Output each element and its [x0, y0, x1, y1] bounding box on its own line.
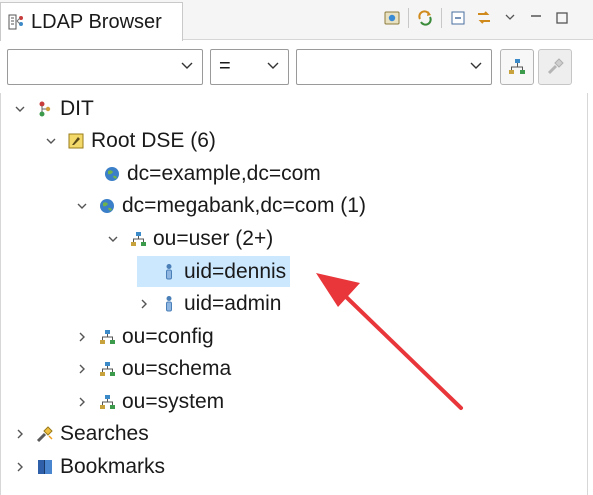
value-combo[interactable]: [296, 49, 492, 85]
view-tab-bar: LDAP Browser: [0, 0, 593, 41]
tree-node-bookmarks[interactable]: Bookmarks: [13, 451, 165, 483]
tree-node-label: dc=example,dc=com: [127, 162, 321, 185]
tree-node-ou-user[interactable]: ou=user (2+): [106, 223, 273, 255]
filter-children-button[interactable]: [471, 6, 497, 30]
tree-node-label: uid=admin: [184, 292, 282, 315]
org-unit-icon: [100, 330, 115, 344]
chevron-right-icon[interactable]: [75, 330, 89, 344]
tree-node-dc-megabank[interactable]: dc=megabank,dc=com (1): [75, 190, 366, 222]
refresh-button[interactable]: [412, 6, 438, 30]
org-unit-icon: [131, 232, 146, 246]
tab-title: LDAP Browser: [31, 10, 162, 33]
globe-icon: [100, 199, 114, 213]
person-icon: [166, 296, 172, 312]
tree-node-label: dc=megabank,dc=com (1): [122, 194, 366, 217]
org-unit-icon: [100, 362, 115, 376]
collapse-all-button[interactable]: [445, 6, 471, 30]
org-unit-icon: [100, 395, 115, 409]
ldap-browser-tab[interactable]: LDAP Browser: [0, 2, 183, 41]
quick-search-bar: =: [0, 41, 593, 93]
globe-icon: [105, 167, 119, 181]
attribute-combo[interactable]: [7, 49, 203, 85]
root-dse-icon: [68, 133, 84, 149]
filter-icon: [478, 11, 490, 24]
ldap-browser-icon: [8, 14, 23, 30]
link-with-editor-button[interactable]: [379, 6, 405, 30]
dit-icon: [39, 101, 51, 117]
tree-node-uid-admin[interactable]: uid=admin: [137, 288, 281, 320]
chevron-down-icon[interactable]: [106, 232, 120, 246]
person-icon: [166, 263, 172, 279]
chevron-right-icon[interactable]: [137, 297, 151, 311]
chevron-down-icon[interactable]: [75, 199, 89, 213]
chevron-right-icon[interactable]: [13, 427, 27, 441]
view-menu-icon: [505, 14, 515, 20]
ldap-browser-tree: DIT Root DSE (6) dc=example,dc=com dc=me…: [0, 93, 593, 495]
toolbar-separator: [441, 8, 442, 28]
chevron-down-icon[interactable]: [44, 134, 58, 148]
tree-node-label: DIT: [60, 97, 94, 120]
bookmarks-icon: [38, 460, 52, 474]
scope-tree-icon: [509, 59, 525, 74]
link-with-editor-icon: [384, 11, 400, 25]
tree-node-root-dse[interactable]: Root DSE (6): [44, 125, 216, 157]
tree-node-label: Bookmarks: [60, 455, 166, 478]
tree-node-label: ou=schema: [122, 357, 232, 380]
tree-node-ou-system[interactable]: ou=system: [75, 386, 224, 418]
run-quick-search-button[interactable]: [538, 49, 572, 85]
tree-node-label: Searches: [60, 422, 149, 445]
searches-icon: [36, 426, 53, 443]
tree-node-ou-schema[interactable]: ou=schema: [75, 353, 231, 385]
view-menu-button[interactable]: [497, 6, 523, 30]
tree-node-label: uid=dennis: [184, 259, 287, 283]
tree-node-label: ou=config: [122, 325, 214, 348]
chevron-right-icon[interactable]: [75, 395, 89, 409]
chevron-down-icon: [181, 62, 193, 69]
tree-node-searches[interactable]: Searches: [13, 418, 149, 450]
collapse-all-icon: [451, 11, 465, 25]
minimize-icon: [531, 15, 541, 17]
tree-node-ou-config[interactable]: ou=config: [75, 321, 214, 353]
toolbar-separator: [408, 8, 409, 28]
minimize-button[interactable]: [523, 6, 549, 30]
refresh-icon: [418, 10, 432, 26]
tree-node-dit[interactable]: DIT: [13, 93, 94, 125]
operator-combo-value: =: [219, 55, 231, 77]
tree-node-label: ou=user (2+): [153, 227, 274, 250]
chevron-down-icon: [267, 62, 279, 69]
chevron-right-icon[interactable]: [75, 362, 89, 376]
chevron-right-icon[interactable]: [13, 460, 27, 474]
maximize-button[interactable]: [549, 6, 575, 30]
tree-node-label: ou=system: [122, 390, 225, 413]
quick-search-scope-button[interactable]: [500, 49, 534, 85]
maximize-icon: [556, 12, 568, 24]
operator-combo[interactable]: =: [210, 49, 289, 85]
tree-node-uid-dennis[interactable]: uid=dennis: [137, 256, 291, 287]
chevron-down-icon[interactable]: [13, 102, 27, 116]
tree-scrollbar[interactable]: [587, 93, 593, 495]
tree-node-dc-example[interactable]: dc=example,dc=com: [80, 158, 321, 190]
view-toolbar: [379, 6, 575, 30]
search-flashlight-icon: [547, 58, 564, 75]
tree-node-label: Root DSE (6): [91, 129, 216, 152]
chevron-down-icon: [470, 62, 482, 69]
